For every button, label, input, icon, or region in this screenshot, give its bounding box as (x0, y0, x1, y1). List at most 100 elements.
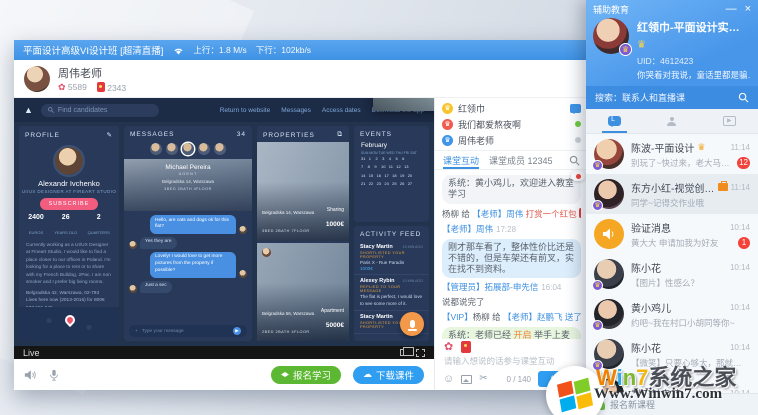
fullscreen-icon[interactable] (416, 348, 425, 357)
microphone-icon[interactable] (48, 369, 60, 381)
send-button[interactable]: 发送 (538, 371, 580, 387)
messages-badge: 34 (236, 131, 246, 138)
teacher-name: 周伟老师 (58, 67, 102, 80)
message-header: 【老师】周伟 17:28 (442, 223, 517, 234)
emoji-icon[interactable]: ☺ (443, 373, 454, 385)
chat-avatar (129, 284, 137, 293)
user-signature: 你哭着对我说，童话里都是骗… (637, 70, 751, 80)
window-title: 平面设计高级VI设计班 [超清直播] (23, 46, 164, 57)
contact-row[interactable]: ♛ 陈小花10:14 【微笑】只要心够大，那就都是缺心眼~ (586, 334, 758, 374)
tab-courses[interactable]: ▶ (701, 109, 758, 133)
quick-emoji-row: ✿ (435, 339, 588, 354)
properties-card-title: PROPERTIES (263, 131, 315, 139)
crown-icon: ♛ (637, 39, 646, 51)
contacts-search-bar[interactable]: 搜索：联系人和直播课 (586, 86, 758, 109)
contact-row[interactable]: ♛ 陈小花 10:14 【图片】性感么？ (586, 254, 758, 294)
search-icon[interactable] (738, 92, 749, 103)
signup-study-button[interactable]: 报名学习 (270, 365, 341, 384)
dashboard-messages-card: MESSAGES 34 Michael Pereira AGENT Belgrad… (124, 126, 252, 341)
subscribe-button: SUBSCRIBE (40, 198, 98, 210)
contact-avatar: ♛ (592, 299, 624, 331)
speaker-avatar (594, 219, 624, 249)
contact-row[interactable]: ♛ 黄小鸡儿 10:14 约吧~我在村口小胡同等你~ (586, 294, 758, 334)
dashboard-chat: Hello, are cats and dogs ok for this fla… (124, 211, 252, 293)
red-packet-icon[interactable] (461, 340, 472, 353)
contact-row[interactable]: ♛ 剩下魅鬼花10:14 (586, 374, 758, 393)
trophy-icon: ♛ (442, 134, 453, 146)
desktop: 平面设计高级VI设计班 [超清直播] 上行：1.8 M/s 下行：102kb/s… (0, 0, 758, 415)
tab-messages[interactable] (586, 109, 643, 133)
speaker-icon (603, 228, 614, 240)
sidebar-header: 辅助教育 — × ♛ 红领巾-平面设计实… ♛ UID：4612423 你哭着对… (586, 0, 758, 86)
red-packet-count: 2343 (107, 82, 127, 93)
rose-icon[interactable]: ✿ (444, 340, 453, 353)
vip-trophy-badge: ♛ (619, 43, 632, 56)
wifi-icon (174, 48, 184, 54)
contacts-sidebar-window: 辅助教育 — × ♛ 红领巾-平面设计实… ♛ UID：4612423 你哭着对… (586, 0, 758, 415)
flower-icon: ✿ (58, 81, 66, 92)
profile-card-title: PROFILE (25, 131, 60, 139)
signup-new-course-bar[interactable]: 报名新课程 (586, 393, 758, 415)
room-item[interactable]: ♛ 我们都爱熬夜啊 (435, 116, 588, 132)
room-item[interactable]: ♛ 周伟老师 (435, 132, 588, 148)
vip-trophy-badge: ♛ (592, 360, 603, 371)
calendar-month: February (361, 142, 388, 149)
sidebar-tabs: ▶ (586, 109, 758, 134)
notification-pill[interactable] (571, 171, 585, 181)
user-id: UID：4612423 (637, 56, 694, 66)
dashboard-search: Find candidates (40, 103, 159, 117)
red-packet-icon (579, 207, 581, 218)
chat-avatar (239, 269, 247, 278)
mic-icon (407, 320, 417, 331)
sidebar-app-title: 辅助教育 (593, 4, 630, 15)
tab-contacts[interactable] (643, 109, 700, 133)
person-icon (667, 116, 677, 126)
live-video-stream[interactable]: ▲ Find candidates Return to website Mess… (14, 98, 434, 346)
graduation-cap-icon (280, 372, 289, 377)
room-item[interactable]: ♛ 红领巾 (435, 100, 588, 116)
property-item: Belgradska 14, Warszawa 3BED 2BATH 7FLOO… (257, 142, 349, 241)
contact-row[interactable]: ♛ 东方小红-视觉创达设计11:14 同学~记得交作业哦 (586, 174, 758, 214)
profile-avatar (53, 145, 85, 177)
unread-badge: 1 (738, 236, 750, 249)
verification-messages-row[interactable]: 验证消息 10:14 黄大大 申请加我为好友 1 (586, 214, 758, 254)
cloud-download-icon: ☁ (362, 369, 372, 379)
screenshot-icon[interactable]: ✂ (479, 374, 487, 384)
minimize-icon[interactable]: — (726, 3, 737, 15)
chat-input[interactable] (435, 354, 588, 368)
online-dot (575, 121, 581, 127)
teacher-avatar[interactable] (24, 65, 50, 92)
crown-icon: ♛ (697, 141, 706, 152)
chat-message-list: 系统：黄小鸡儿，欢迎进入教室学习 杨柳 给 【老师】周伟 打赏一个红包 15:3… (435, 170, 588, 339)
user-name: 红领巾-平面设计实… (637, 21, 740, 34)
flower-count: 5589 (67, 81, 87, 92)
vip-trophy-badge: ♛ (592, 200, 603, 211)
tab-class-members[interactable]: 课堂成员 12345 (489, 154, 553, 167)
agent-role: AGENT (178, 171, 198, 176)
teacher-webcam-overlay[interactable]: ⊕ (373, 98, 434, 111)
close-icon[interactable]: × (745, 3, 751, 15)
video-icon: ▶ (722, 116, 736, 126)
tab-class-interaction[interactable]: 课堂互动 (443, 151, 480, 169)
classroom-chat-panel: ♛ 红领巾 ♛ 我们都爱熬夜啊 ♛ 周伟老师 课堂互动 课堂成员 12345 系… (434, 98, 588, 390)
chat-bubble-icon[interactable] (570, 103, 581, 114)
edit-pencil-icon: ✎ (106, 132, 113, 139)
system-mic-open-message: 系统：老师已经 开启 举手上麦申请 (442, 327, 581, 339)
message-header: 【管理员】拓展部-申先信 16:04 (442, 282, 562, 293)
contact-avatar: ♛ (592, 179, 624, 211)
room-list: ♛ 红领巾 ♛ 我们都爱熬夜啊 ♛ 周伟老师 (435, 98, 588, 151)
speaker-icon[interactable] (24, 369, 36, 381)
popout-window-icon[interactable] (400, 346, 414, 356)
download-courseware-button[interactable]: ☁ 下载课件 (352, 365, 424, 384)
course-icon (595, 399, 605, 410)
dashboard-events-card: EVENTS February SUN MON TUE WED THU FRI … (354, 126, 429, 222)
search-icon[interactable] (569, 155, 580, 166)
profile-map (19, 307, 119, 341)
agent-features: 3BED 2BATH 4FLOOR (164, 187, 212, 191)
trophy-icon: ♛ (442, 102, 453, 114)
image-icon[interactable] (461, 374, 473, 384)
profile-role: UI/UX DESIGNER AT FIREART STUDIO (21, 189, 117, 194)
contact-row[interactable]: ♛ 陈波-平面设计♛11:14 别玩了~快过来，老大马上到了…12 (586, 134, 758, 174)
user-avatar[interactable]: ♛ (593, 18, 632, 56)
contact-list: ♛ 陈波-平面设计♛11:14 别玩了~快过来，老大马上到了…12 ♛ 东方小红… (586, 134, 758, 393)
